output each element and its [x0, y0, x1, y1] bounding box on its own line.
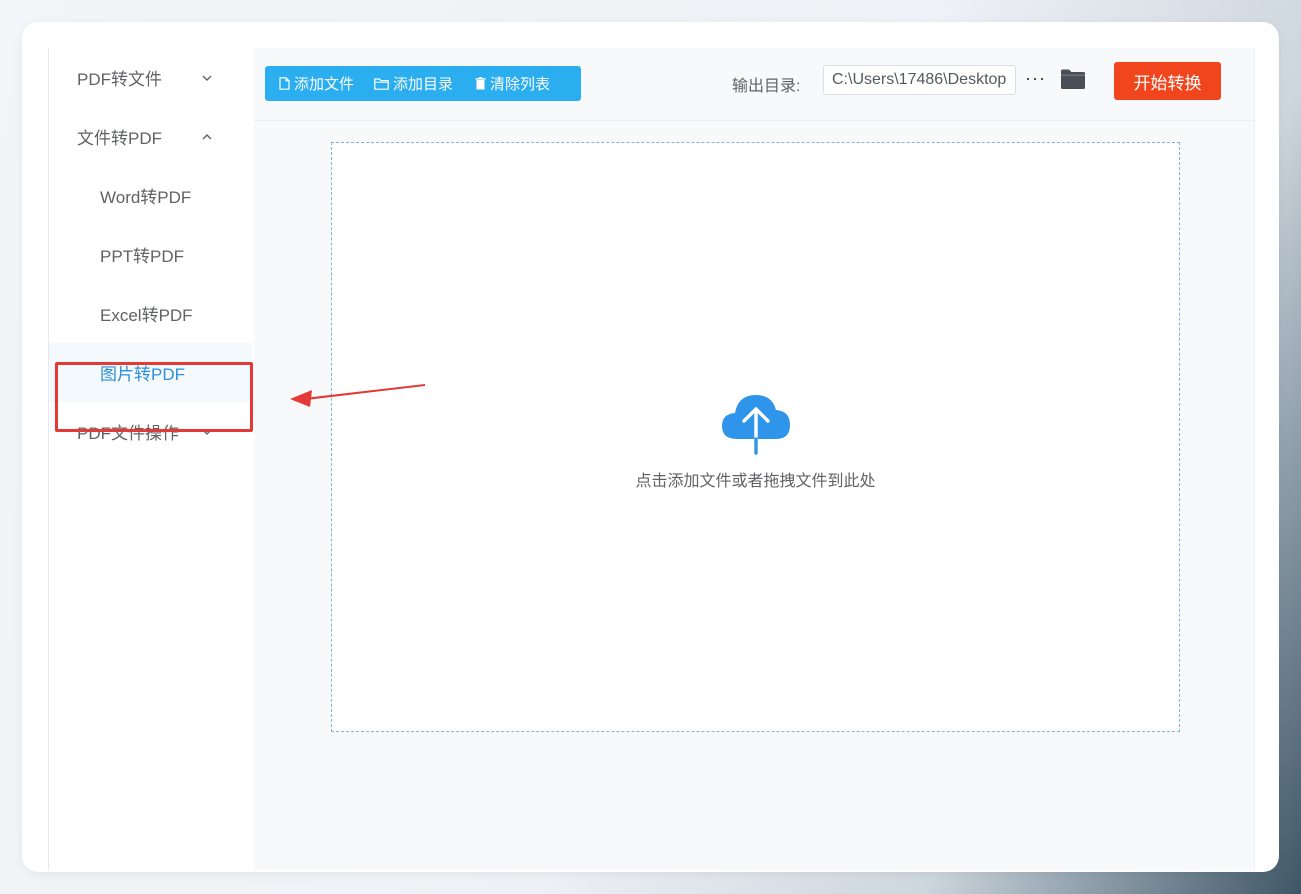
file-icon	[279, 77, 290, 90]
add-file-label: 添加文件	[294, 76, 355, 93]
sidebar-item-excel-to-pdf[interactable]: Excel转PDF	[49, 284, 253, 343]
sidebar-item-word-to-pdf[interactable]: Word转PDF	[49, 166, 253, 225]
arrow-annotation	[290, 384, 425, 407]
sidebar-item-label: PPT转PDF	[100, 247, 185, 266]
sidebar-group-file-to-pdf[interactable]: 文件转PDF	[49, 107, 253, 166]
trash-icon	[475, 77, 486, 90]
add-folder-button[interactable]: 添加目录	[374, 66, 453, 101]
sidebar-group-label: PDF转文件	[77, 70, 162, 89]
sidebar: PDF转文件 文件转PDF Word转PDF PPT转PDF Excel转PDF	[48, 48, 255, 870]
add-file-button[interactable]: 添加文件	[279, 66, 354, 101]
annotation-highlight	[55, 362, 253, 432]
toolbar: 添加文件 添加目录 清除列表 输出目录: C:\Users\17486\Desk…	[254, 48, 1254, 121]
sidebar-item-ppt-to-pdf[interactable]: PPT转PDF	[49, 225, 253, 284]
sidebar-item-label: Word转PDF	[100, 188, 192, 207]
file-action-group: 添加文件 添加目录 清除列表	[265, 66, 581, 101]
cloud-upload-icon	[722, 395, 790, 455]
chevron-down-icon	[202, 75, 212, 81]
output-dir-label: 输出目录:	[732, 78, 801, 95]
add-folder-label: 添加目录	[393, 76, 454, 93]
sidebar-group-label: 文件转PDF	[77, 129, 162, 148]
clear-list-button[interactable]: 清除列表	[475, 66, 550, 101]
file-drop-zone[interactable]: 点击添加文件或者拖拽文件到此处	[331, 142, 1180, 732]
chevron-up-icon	[202, 134, 212, 140]
app-window: PDF转文件 文件转PDF Word转PDF PPT转PDF Excel转PDF	[22, 22, 1279, 872]
folder-outline-icon	[374, 77, 389, 90]
output-dir-input[interactable]	[823, 65, 1016, 95]
sidebar-item-label: Excel转PDF	[100, 306, 193, 325]
folder-icon[interactable]	[1060, 68, 1086, 90]
drop-hint: 点击添加文件或者拖拽文件到此处	[635, 473, 876, 490]
sidebar-group-pdf-to-file[interactable]: PDF转文件	[49, 48, 253, 107]
start-convert-button[interactable]: 开始转换	[1114, 62, 1221, 100]
more-options-button[interactable]: ···	[1025, 68, 1046, 88]
clear-list-label: 清除列表	[490, 76, 551, 93]
main-panel: 添加文件 添加目录 清除列表 输出目录: C:\Users\17486\Desk…	[254, 48, 1255, 870]
